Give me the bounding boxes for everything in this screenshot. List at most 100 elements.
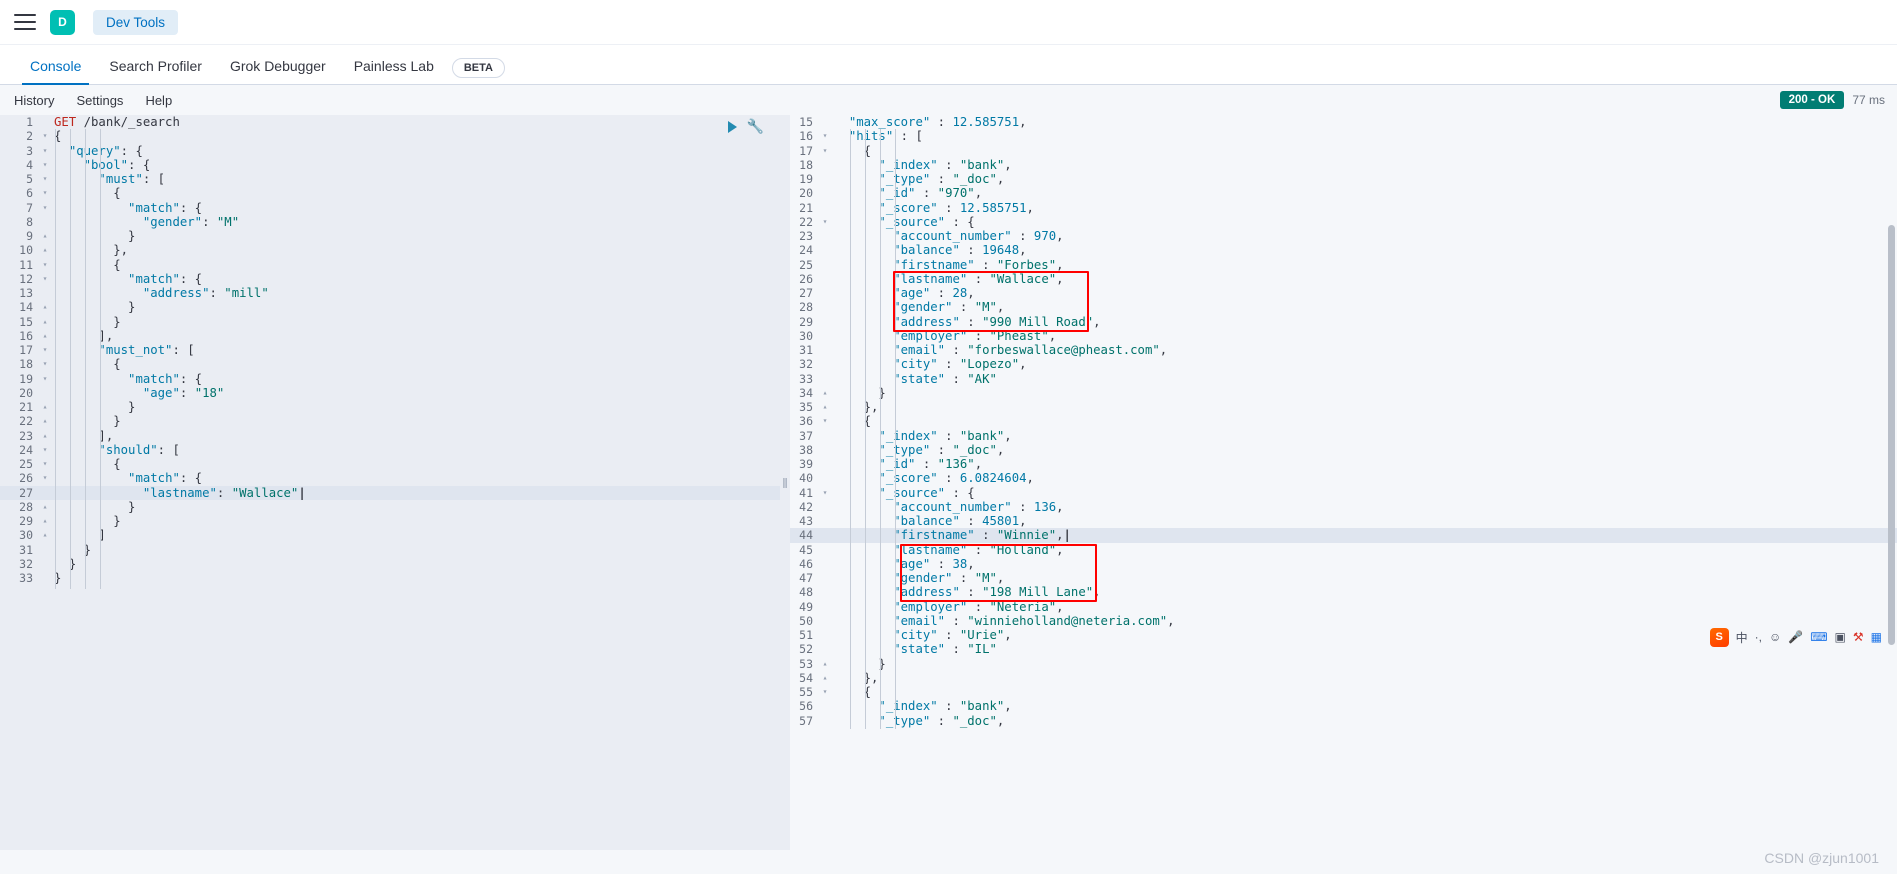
fold-toggle-icon[interactable]: ▴ xyxy=(40,315,50,329)
hamburger-menu-icon[interactable] xyxy=(14,14,36,30)
splitter-grip-icon: ‖ xyxy=(782,474,788,491)
fold-toggle-icon[interactable]: ▴ xyxy=(40,400,50,414)
fold-toggle-icon[interactable]: ▾ xyxy=(820,215,830,229)
line-number: 5 xyxy=(26,172,33,186)
fold-toggle-icon[interactable]: ▾ xyxy=(40,272,50,286)
microphone-icon[interactable]: 🎤 xyxy=(1788,630,1803,644)
code-text: "_id" : "970", xyxy=(878,186,983,201)
code-line: 55 ▾ { xyxy=(780,685,1897,699)
code-text: } xyxy=(878,385,886,400)
code-line: 15 "max_score" : 12.585751, xyxy=(780,115,1897,129)
response-scrollbar[interactable] xyxy=(1888,225,1895,645)
fold-toggle-icon[interactable]: ▴ xyxy=(40,500,50,514)
pane-splitter[interactable]: ‖ xyxy=(780,115,790,850)
code-line: 33} xyxy=(0,571,780,585)
tab-painless-lab[interactable]: Painless Lab xyxy=(340,58,448,84)
line-number: 29 xyxy=(19,514,33,528)
fold-toggle-icon[interactable]: ▾ xyxy=(820,414,830,428)
fold-toggle-icon[interactable]: ▾ xyxy=(820,685,830,699)
input-method-toolbar[interactable]: S 中 ·, ☺ 🎤 ⌨ ▣ ⚒ ▦ xyxy=(1706,625,1885,649)
fold-toggle-icon[interactable]: ▾ xyxy=(40,201,50,215)
code-line: 45 "lastname" : "Holland", xyxy=(780,543,1897,557)
tab-console[interactable]: Console xyxy=(16,58,95,85)
fold-toggle-icon[interactable]: ▴ xyxy=(820,671,830,685)
emoji-icon[interactable]: ☺ xyxy=(1769,630,1781,644)
fold-toggle-icon[interactable]: ▾ xyxy=(40,158,50,172)
fold-toggle-icon[interactable]: ▾ xyxy=(40,172,50,186)
fold-toggle-icon[interactable]: ▾ xyxy=(40,144,50,158)
fold-toggle-icon[interactable]: ▾ xyxy=(820,486,830,500)
keyboard-icon[interactable]: ⌨ xyxy=(1810,630,1827,644)
line-number: 12 xyxy=(19,271,33,286)
menu-item-help[interactable]: Help xyxy=(145,93,172,108)
response-viewer-pane[interactable]: 15 "max_score" : 12.585751, 16 ▾ "hits" : … xyxy=(780,115,1897,850)
fold-toggle-icon[interactable]: ▾ xyxy=(820,144,830,158)
fold-toggle-icon[interactable]: ▴ xyxy=(820,386,830,400)
request-actions: 🔧 xyxy=(727,118,764,135)
menu-item-settings[interactable]: Settings xyxy=(76,93,123,108)
code-text: "_score" : 6.0824604, xyxy=(878,471,1034,486)
fold-toggle-icon[interactable]: ▴ xyxy=(40,300,50,314)
code-line: 1 GET /bank/_search xyxy=(0,115,780,129)
fold-toggle-icon[interactable]: ▾ xyxy=(40,258,50,272)
code-text: }, xyxy=(863,670,879,685)
fold-toggle-icon[interactable]: ▴ xyxy=(40,514,50,528)
grid-icon[interactable]: ▦ xyxy=(1871,630,1882,644)
fold-toggle-icon[interactable]: ▴ xyxy=(40,528,50,542)
watermark: CSDN @zjun1001 xyxy=(1764,850,1879,866)
code-line: 37 "_index" : "bank", xyxy=(780,429,1897,443)
code-text: } xyxy=(128,499,136,514)
response-status-group: 200 - OK 77 ms xyxy=(1779,91,1885,109)
code-line: 8 "gender": "M" xyxy=(0,215,780,229)
language-mode-label[interactable]: 中 xyxy=(1736,629,1748,646)
response-duration: 77 ms xyxy=(1852,93,1885,107)
translate-icon[interactable]: ▣ xyxy=(1835,630,1846,644)
code-line: 2 ▾{ xyxy=(0,129,780,143)
breadcrumb[interactable]: Dev Tools xyxy=(93,9,179,35)
fold-toggle-icon[interactable]: ▾ xyxy=(40,186,50,200)
fold-toggle-icon[interactable]: ▴ xyxy=(820,400,830,414)
code-line: 24 "balance" : 19648, xyxy=(780,243,1897,257)
fold-toggle-icon[interactable]: ▴ xyxy=(40,329,50,343)
code-line: 10 ▴ }, xyxy=(0,243,780,257)
code-text: "_index" : "bank", xyxy=(878,157,1012,172)
fold-toggle-icon[interactable]: ▴ xyxy=(40,414,50,428)
code-text: "gender" : "M", xyxy=(893,571,1005,585)
code-line: 5 ▾ "must": [ xyxy=(0,172,780,186)
code-text: "balance" : 45801, xyxy=(893,514,1027,528)
code-text: "address" : "198 Mill Lane", xyxy=(893,585,1101,600)
wrench-icon[interactable]: 🔧 xyxy=(747,118,764,135)
fold-toggle-icon[interactable]: ▾ xyxy=(40,457,50,471)
sogou-logo-icon[interactable]: S xyxy=(1709,627,1729,647)
request-editor-pane[interactable]: 🔧 1 GET /bank/_search 2 ▾{3 ▾ "query": {4 ▾ "… xyxy=(0,115,780,850)
code-line: 25 "firstname" : "Forbes", xyxy=(780,258,1897,272)
fold-toggle-icon[interactable]: ▾ xyxy=(40,357,50,371)
avatar[interactable]: D xyxy=(50,9,75,35)
play-icon[interactable] xyxy=(727,120,737,133)
fold-toggle-icon[interactable]: ▴ xyxy=(40,429,50,443)
code-text: "max_score" : 12.585751, xyxy=(848,115,1027,129)
tab-search-profiler[interactable]: Search Profiler xyxy=(95,58,216,84)
menu-item-history[interactable]: History xyxy=(14,93,54,108)
toolbox-icon[interactable]: ⚒ xyxy=(1853,630,1864,644)
fold-toggle-icon[interactable]: ▴ xyxy=(40,229,50,243)
fold-toggle-icon[interactable]: ▾ xyxy=(40,372,50,386)
fold-toggle-icon[interactable]: ▾ xyxy=(40,443,50,457)
code-text: "_source" : { xyxy=(878,485,975,500)
tab-grok-debugger[interactable]: Grok Debugger xyxy=(216,58,340,84)
code-text: } xyxy=(68,556,77,571)
code-text: "gender" : "M", xyxy=(893,300,1005,315)
fold-toggle-icon[interactable]: ▴ xyxy=(820,657,830,671)
code-text: "_id" : "136", xyxy=(878,457,983,471)
fold-toggle-icon[interactable]: ▴ xyxy=(40,243,50,257)
fold-toggle-icon[interactable]: ▾ xyxy=(40,471,50,485)
fold-toggle-icon[interactable]: ▾ xyxy=(40,343,50,357)
line-number: 23 xyxy=(19,428,33,443)
request-code[interactable]: 1 GET /bank/_search 2 ▾{3 ▾ "query": {4 ▾ "bo… xyxy=(0,115,780,586)
code-line: 28 ▴ } xyxy=(0,500,780,514)
line-number: 1 xyxy=(26,115,33,129)
fold-toggle-icon[interactable]: ▾ xyxy=(820,129,830,143)
punctuation-mode-icon[interactable]: ·, xyxy=(1755,630,1762,644)
code-text: "_type" : "_doc", xyxy=(878,172,1005,186)
fold-toggle-icon[interactable]: ▾ xyxy=(40,129,50,143)
